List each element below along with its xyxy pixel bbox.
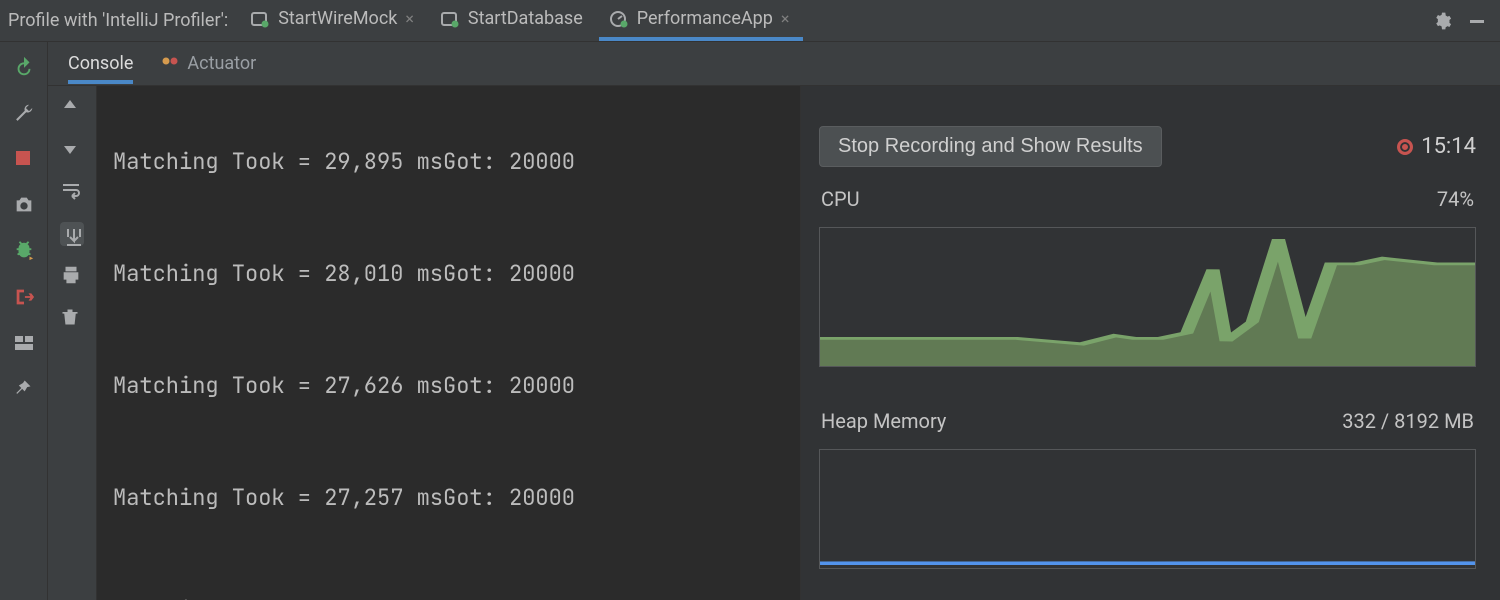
- console-line: Matching Took = 26,422 msGot: 20000: [113, 591, 784, 600]
- cpu-label: CPU: [821, 187, 860, 211]
- bug-rerun-icon[interactable]: [13, 240, 35, 262]
- pin-icon[interactable]: [13, 378, 35, 400]
- run-tab-startdatabase[interactable]: StartDatabase: [430, 0, 597, 41]
- close-icon[interactable]: ×: [405, 9, 414, 28]
- wrench-icon[interactable]: [13, 102, 35, 124]
- actuator-icon: [161, 52, 179, 75]
- profiler-panel: Stop Recording and Show Results 15:14 CP…: [800, 86, 1500, 600]
- console-output[interactable]: Matching Took = 29,895 msGot: 20000 Matc…: [96, 86, 800, 600]
- cpu-chart: [819, 227, 1476, 367]
- soft-wrap-icon[interactable]: [60, 180, 84, 204]
- run-config-icon: [250, 10, 270, 28]
- exit-icon[interactable]: [13, 286, 35, 308]
- rerun-icon[interactable]: [13, 56, 35, 78]
- gear-icon[interactable]: [1432, 11, 1452, 31]
- camera-icon[interactable]: [13, 194, 35, 216]
- run-tab-startwiremock[interactable]: StartWireMock ×: [240, 0, 428, 41]
- minimize-icon[interactable]: [1468, 12, 1486, 30]
- tab-actuator-label: Actuator: [187, 53, 256, 74]
- run-tab-performanceapp[interactable]: PerformanceApp ×: [599, 0, 804, 41]
- run-tab-label: StartDatabase: [468, 8, 583, 29]
- stop-recording-button[interactable]: Stop Recording and Show Results: [819, 126, 1162, 167]
- tab-actuator[interactable]: Actuator: [161, 43, 256, 85]
- run-profile-icon: [609, 10, 629, 28]
- scroll-to-end-icon[interactable]: [60, 222, 84, 246]
- run-topbar: Profile with 'IntelliJ Profiler': StartW…: [0, 0, 1500, 42]
- recording-timer: 15:14: [1397, 134, 1476, 159]
- up-icon[interactable]: [60, 96, 84, 120]
- tab-console[interactable]: Console: [68, 44, 133, 84]
- console-line: Matching Took = 29,895 msGot: 20000: [113, 143, 784, 180]
- stop-icon[interactable]: [13, 148, 35, 170]
- layout-icon[interactable]: [13, 332, 35, 354]
- console-line: Matching Took = 28,010 msGot: 20000: [113, 255, 784, 292]
- print-icon[interactable]: [60, 264, 84, 288]
- run-config-icon: [440, 10, 460, 28]
- console-subtabs: Console Actuator: [48, 42, 1500, 86]
- profile-with-label: Profile with 'IntelliJ Profiler':: [8, 10, 228, 31]
- heap-chart: [819, 449, 1476, 569]
- cpu-value: 74%: [1437, 187, 1474, 211]
- run-config-tabs: StartWireMock × StartDatabase Performanc…: [240, 0, 803, 41]
- run-tab-label: StartWireMock: [278, 8, 397, 29]
- close-icon[interactable]: ×: [781, 9, 790, 28]
- cpu-header: CPU 74%: [819, 181, 1476, 213]
- record-icon: [1397, 139, 1413, 155]
- console-line: Matching Took = 27,626 msGot: 20000: [113, 367, 784, 404]
- left-toolbar: [0, 42, 48, 600]
- heap-header: Heap Memory 332 / 8192 MB: [819, 403, 1476, 435]
- console-line: Matching Took = 27,257 msGot: 20000: [113, 479, 784, 516]
- timer-text: 15:14: [1421, 134, 1476, 159]
- heap-label: Heap Memory: [821, 409, 946, 433]
- run-tab-label: PerformanceApp: [637, 8, 773, 29]
- trash-icon[interactable]: [60, 306, 84, 330]
- heap-value: 332 / 8192 MB: [1342, 409, 1474, 433]
- down-icon[interactable]: [60, 138, 84, 162]
- console-toolbar: [48, 86, 96, 600]
- tab-console-label: Console: [68, 53, 133, 74]
